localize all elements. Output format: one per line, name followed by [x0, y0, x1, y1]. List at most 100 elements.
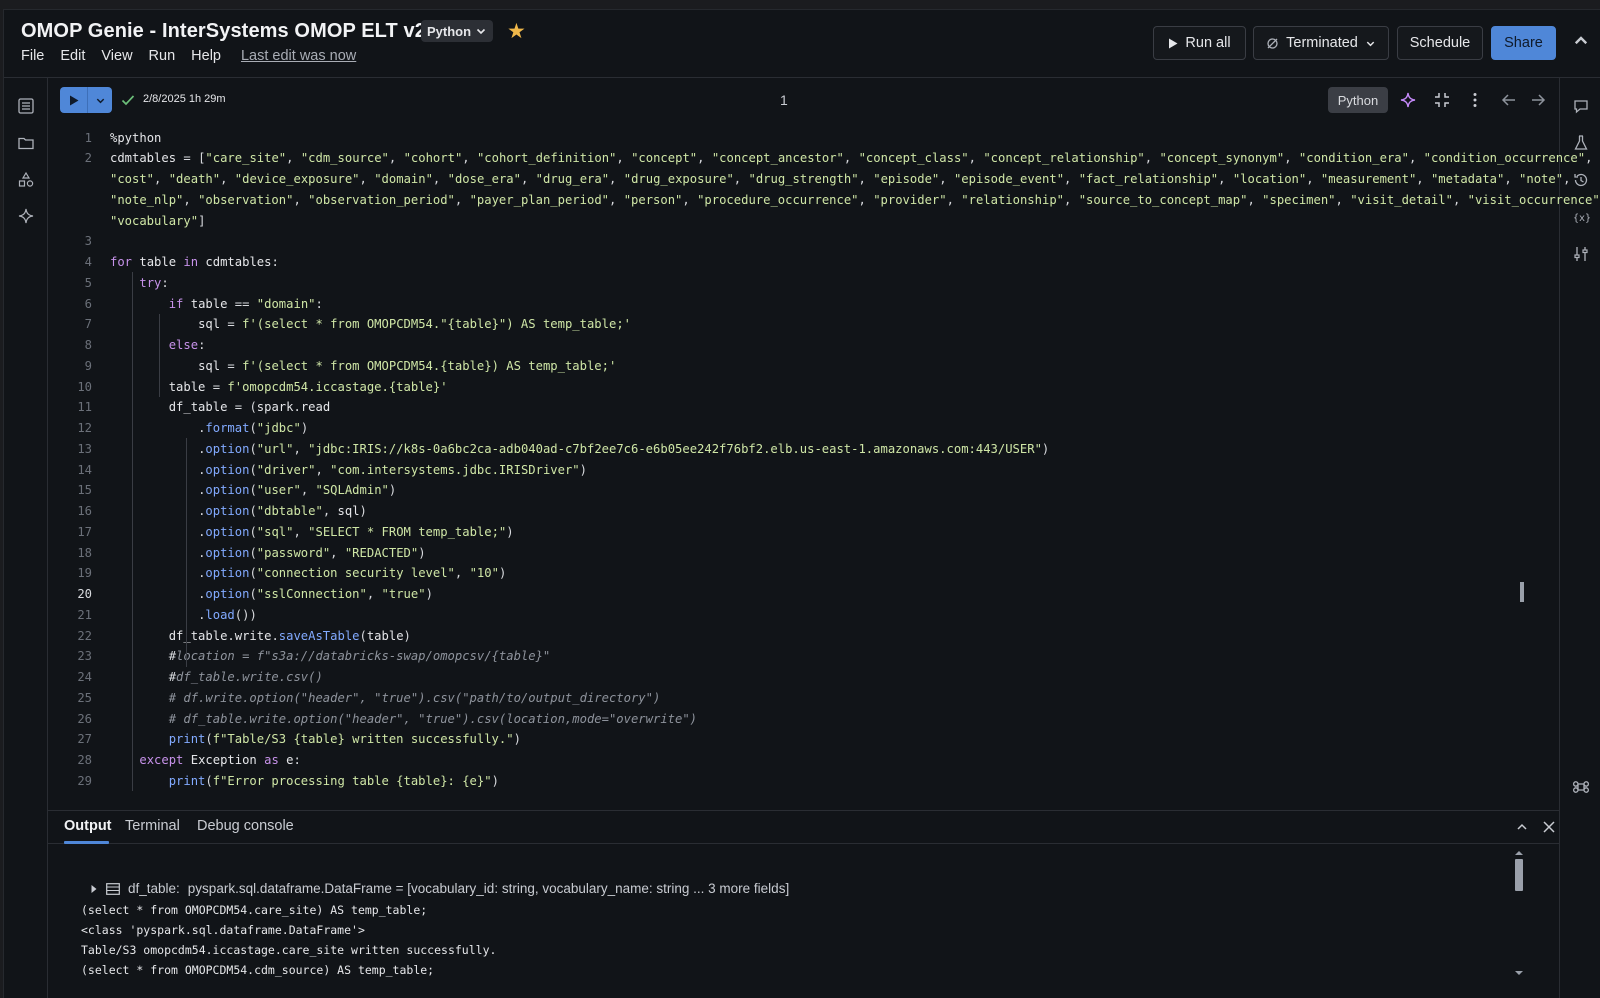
- code-line[interactable]: 19 .option("connection security level", …: [48, 563, 1559, 584]
- command-icon[interactable]: [1572, 778, 1590, 796]
- code-line[interactable]: 20 .option("sslConnection", "true"): [48, 584, 1559, 605]
- run-all-button[interactable]: Run all: [1153, 26, 1246, 60]
- code-line[interactable]: 21 .load()): [48, 604, 1559, 625]
- tab-terminal[interactable]: Terminal: [125, 818, 180, 834]
- code-text: table = f'omopcdm54.iccastage.{table}': [168, 379, 448, 394]
- code-line[interactable]: 13 .option("url", "jdbc:IRIS://k8s-0a6bc…: [48, 438, 1559, 459]
- menu-file[interactable]: File: [21, 48, 44, 64]
- code-line[interactable]: 3: [48, 231, 1559, 252]
- code-line[interactable]: 5 try:: [48, 272, 1559, 293]
- output-line: <class 'pyspark.sql.dataframe.DataFrame'…: [81, 923, 365, 937]
- menu-help[interactable]: Help: [191, 48, 221, 64]
- settings-sliders-icon[interactable]: [1572, 245, 1590, 263]
- line-number: 20: [77, 587, 92, 601]
- more-options-icon[interactable]: [1466, 91, 1484, 109]
- code-text: # df_table.write.option("header", "true"…: [168, 711, 698, 726]
- code-line[interactable]: "cost", "death", "device_exposure", "dom…: [48, 169, 1570, 190]
- arrow-right-icon[interactable]: [1529, 91, 1547, 109]
- code-line[interactable]: 16 .option("dbtable", sql): [48, 501, 1559, 522]
- tab-output[interactable]: Output: [64, 818, 112, 834]
- run-cell-options[interactable]: [88, 87, 112, 113]
- code-editor[interactable]: 1 %python 2 cdmtables = ["care_site", "cdm_…: [48, 122, 1600, 810]
- expand-arrow-icon[interactable]: [90, 884, 98, 894]
- code-line[interactable]: "note_nlp", "observation", "observation_…: [48, 189, 1600, 210]
- comment-icon[interactable]: [1572, 97, 1590, 115]
- run-cell-play[interactable]: [60, 87, 88, 113]
- close-icon[interactable]: [1542, 820, 1556, 834]
- code-line[interactable]: 23 #location = f"s3a://databricks-swap/o…: [48, 646, 1559, 667]
- code-line[interactable]: 6 if table == "domain":: [48, 293, 1559, 314]
- tab-debug-console[interactable]: Debug console: [197, 818, 294, 834]
- language-selector[interactable]: Python: [421, 20, 494, 42]
- code-line[interactable]: 15 .option("user", "SQLAdmin"): [48, 480, 1559, 501]
- line-number: 2: [84, 151, 92, 166]
- line-number: 15: [77, 483, 92, 498]
- code-line[interactable]: 14 .option("driver", "com.intersystems.j…: [48, 459, 1559, 480]
- cluster-status-label: Terminated: [1286, 35, 1358, 51]
- line-number: 17: [77, 524, 92, 539]
- folder-icon[interactable]: [17, 134, 35, 152]
- svg-text:{x}: {x}: [1573, 213, 1590, 224]
- cluster-status-button[interactable]: Terminated: [1253, 26, 1389, 60]
- favorite-star-icon[interactable]: ★: [507, 19, 526, 44]
- last-edit-link[interactable]: Last edit was now: [241, 48, 356, 64]
- code-line[interactable]: 9 sql = f'(select * from OMOPCDM54.{tabl…: [48, 355, 1559, 376]
- output-scrollbar[interactable]: [1512, 848, 1526, 998]
- code-line[interactable]: 26 # df_table.write.option("header", "tr…: [48, 708, 1559, 729]
- code-line[interactable]: 27 print(f"Table/S3 {table} written succ…: [48, 729, 1559, 750]
- code-line[interactable]: 7 sql = f'(select * from OMOPCDM54."{tab…: [48, 314, 1559, 335]
- code-line[interactable]: 29 print(f"Error processing table {table…: [48, 770, 1559, 791]
- bottom-panel: Output Terminal Debug console df_table: …: [48, 810, 1559, 998]
- notebook-window: OMOP Genie - InterSystems OMOP ELT v2 Py…: [3, 9, 1600, 998]
- shapes-icon[interactable]: [17, 171, 35, 189]
- assistant-sparkle-icon[interactable]: [1399, 91, 1417, 109]
- code-text: cdmtables = ["care_site", "cdm_source", …: [110, 151, 1593, 166]
- variables-icon[interactable]: {x}: [1572, 208, 1590, 226]
- menu-edit[interactable]: Edit: [60, 48, 85, 64]
- run-cell-button[interactable]: [60, 87, 112, 113]
- play-icon: [69, 95, 78, 105]
- code-line[interactable]: 11 df_table = (spark.read: [48, 397, 1559, 418]
- code-line[interactable]: 25 # df.write.option("header", "true").c…: [48, 687, 1559, 708]
- share-button[interactable]: Share: [1491, 26, 1556, 60]
- arrow-left-icon[interactable]: [1500, 91, 1518, 109]
- line-number: 27: [77, 732, 92, 747]
- code-line[interactable]: "vocabulary"]: [48, 210, 1559, 231]
- code-line[interactable]: 2 cdmtables = ["care_site", "cdm_source",…: [48, 148, 1593, 169]
- schedule-button[interactable]: Schedule: [1397, 26, 1483, 60]
- history-icon[interactable]: [1572, 171, 1590, 189]
- chevron-down-icon: [476, 28, 486, 35]
- line-number: 23: [77, 649, 92, 664]
- menu-run[interactable]: Run: [149, 48, 176, 64]
- dataframe-summary[interactable]: df_table: pyspark.sql.dataframe.DataFram…: [90, 881, 789, 896]
- code-line[interactable]: 18 .option("password", "REDACTED"): [48, 542, 1559, 563]
- chevron-up-icon[interactable]: [1515, 820, 1529, 834]
- play-icon: [1169, 38, 1178, 48]
- code-text: "note_nlp", "observation", "observation_…: [110, 192, 1600, 207]
- line-number: 13: [77, 441, 92, 456]
- table-of-contents-icon[interactable]: [17, 97, 35, 115]
- sparkle-icon[interactable]: [17, 207, 35, 225]
- indent-guide: [132, 272, 133, 791]
- line-number: 19: [77, 566, 92, 581]
- line-number: 6: [84, 296, 92, 311]
- code-line[interactable]: 10 table = f'omopcdm54.iccastage.{table}…: [48, 376, 1559, 397]
- code-line[interactable]: 1 %python: [48, 127, 1559, 148]
- code-line[interactable]: 28 except Exception as e:: [48, 750, 1559, 771]
- code-line[interactable]: 24 #df_table.write.csv(): [48, 667, 1559, 688]
- code-line[interactable]: 8 else:: [48, 335, 1559, 356]
- menu-view[interactable]: View: [101, 48, 132, 64]
- minimize-icon[interactable]: [1433, 91, 1451, 109]
- cell-language-badge[interactable]: Python: [1328, 87, 1388, 113]
- chevron-up-icon[interactable]: [1572, 32, 1590, 50]
- code-line[interactable]: 17 .option("sql", "SELECT * FROM temp_ta…: [48, 521, 1559, 542]
- code-line[interactable]: 12 .format("jdbc"): [48, 418, 1559, 439]
- experiment-icon[interactable]: [1572, 134, 1590, 152]
- code-line[interactable]: 4 for table in cdmtables:: [48, 252, 1559, 273]
- code-line[interactable]: 22 df_table.write.saveAsTable(table): [48, 625, 1559, 646]
- line-number: 24: [77, 670, 92, 684]
- notebook-title[interactable]: OMOP Genie - InterSystems OMOP ELT v2: [21, 20, 426, 43]
- left-sidebar: [4, 78, 48, 998]
- code-text: #df_table.write.csv(): [168, 670, 323, 684]
- line-number: 12: [77, 421, 92, 435]
